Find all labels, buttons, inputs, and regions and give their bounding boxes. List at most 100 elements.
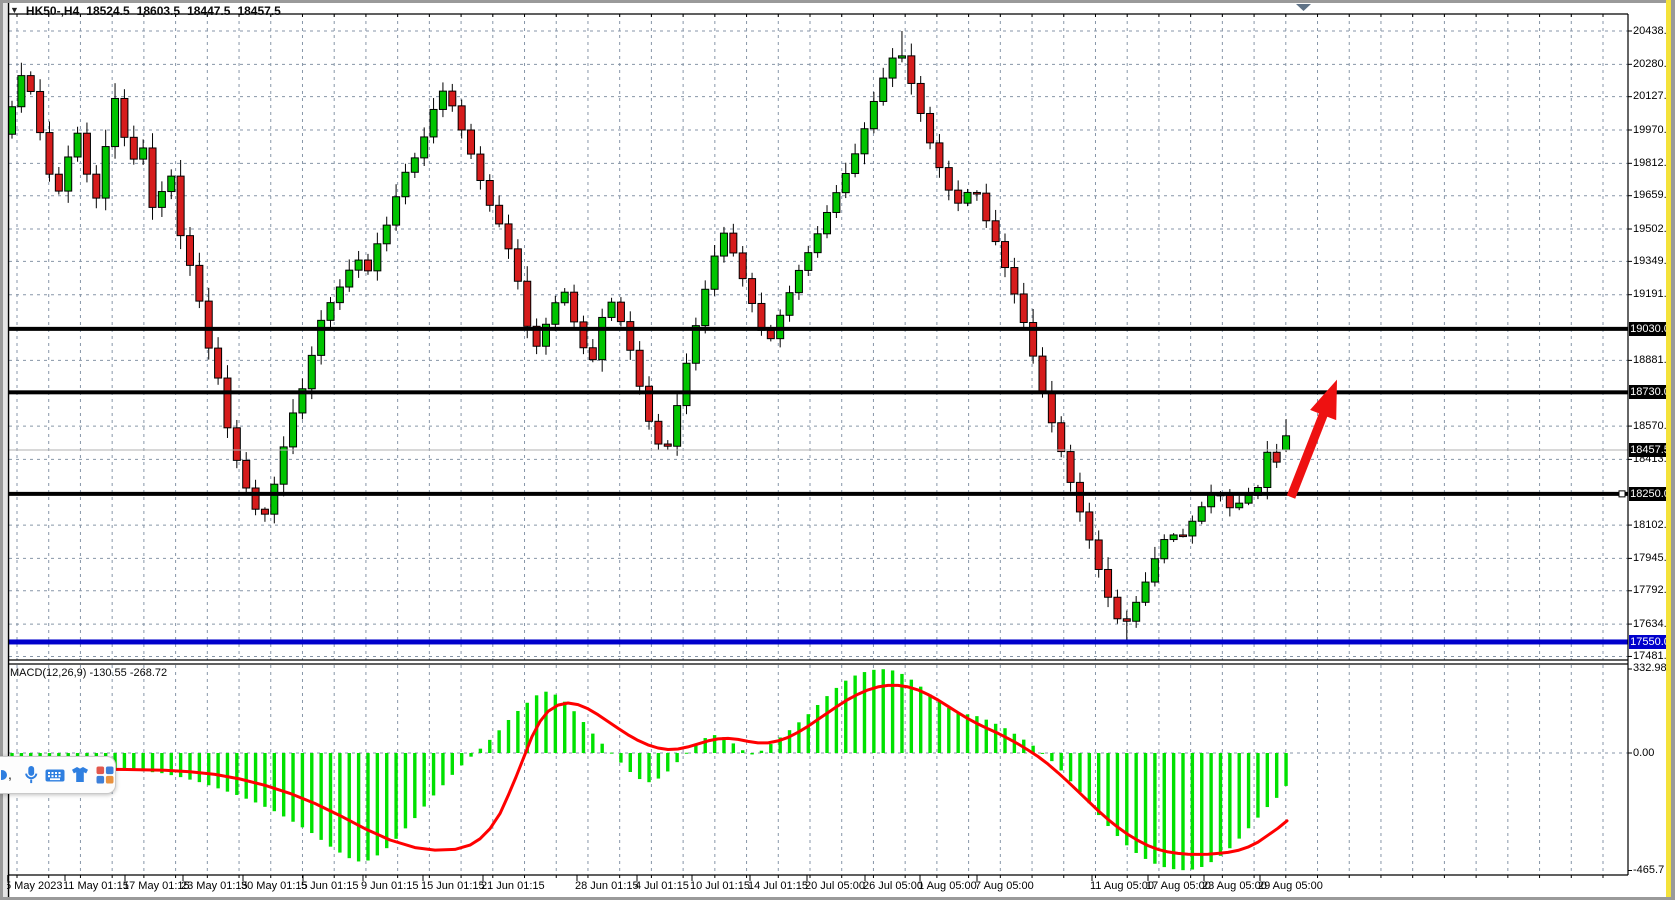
price-line-18730[interactable] (9, 390, 1628, 394)
macd-histogram-bar (198, 753, 201, 782)
macd-histogram-bar (216, 753, 219, 788)
chart-plot-area[interactable] (0, 0, 1675, 900)
date-tick-label[interactable]: 4 Jul 01:15 (635, 880, 689, 892)
candle-body (449, 91, 456, 106)
candle-body (1245, 495, 1252, 503)
date-tick-label[interactable]: 26 Jul 05:00 (863, 880, 923, 892)
macd-histogram-bar (394, 753, 397, 839)
shirt-icon[interactable] (70, 765, 90, 785)
candle-body (280, 447, 287, 484)
macd-histogram-bar (441, 753, 444, 785)
candle-body (1076, 482, 1083, 512)
price-line-18250[interactable] (9, 492, 1628, 496)
date-tick-label[interactable]: 29 Aug 05:00 (1258, 880, 1323, 892)
ohlc-close: 18457.5 (237, 4, 280, 18)
macd-histogram-bar (422, 753, 425, 807)
date-tick-label[interactable]: 7 Aug 05:00 (975, 880, 1034, 892)
macd-histogram-bar (1209, 753, 1212, 862)
chart-svg[interactable] (0, 0, 1675, 900)
candle-body (1133, 602, 1140, 621)
macd-histogram-bar (1078, 753, 1081, 792)
date-tick-label[interactable]: 17 May 01:15 (123, 880, 190, 892)
macd-histogram-bar (291, 753, 294, 822)
price-line-label: 18250.0 (1629, 487, 1671, 501)
macd-histogram-bar (554, 695, 557, 753)
candle-body (627, 322, 634, 351)
macd-histogram-bar (460, 753, 463, 765)
candle-body (458, 106, 465, 130)
trend-arrow[interactable] (1287, 380, 1337, 499)
macd-histogram-bar (816, 705, 819, 753)
candle-body (83, 133, 90, 174)
candle-body (1142, 582, 1149, 602)
macd-histogram-bar (666, 753, 669, 771)
macd-histogram-bar (1238, 753, 1241, 839)
date-tick-label[interactable]: 21 Jun 01:15 (481, 880, 545, 892)
pen-icon[interactable]: , (1, 765, 17, 785)
date-tick-label[interactable]: 11 May 01:15 (63, 880, 129, 892)
window-border-top (0, 0, 1675, 3)
candle-body (411, 158, 418, 172)
date-tick-label[interactable]: 5 Jun 01:15 (301, 880, 359, 892)
keyboard-icon[interactable] (45, 765, 65, 785)
macd-histogram-bar (947, 708, 950, 753)
macd-histogram-bar (657, 753, 660, 779)
date-tick-label[interactable]: 23 May 01:15 (181, 880, 248, 892)
candle-body (824, 212, 831, 233)
macd-histogram-bar (732, 743, 735, 753)
candle-body (945, 168, 952, 191)
date-tick-label[interactable]: 10 Jul 01:15 (690, 880, 750, 892)
macd-histogram-bar (329, 753, 332, 847)
candle-body (1236, 503, 1243, 508)
line-selection-handle[interactable] (1619, 491, 1625, 497)
date-tick-label[interactable]: 11 Aug 05:00 (1090, 880, 1154, 892)
macd-histogram-bar (516, 711, 519, 753)
candle-body (290, 413, 297, 447)
macd-tick-label[interactable]: -465.7 (1633, 864, 1664, 877)
microphone-icon[interactable] (22, 765, 40, 785)
macd-histogram-bar (647, 753, 650, 782)
candle-body (421, 137, 428, 158)
candle-body (898, 56, 905, 58)
candle-body (1086, 512, 1093, 540)
date-tick-label[interactable]: 28 Jun 01:15 (575, 880, 639, 892)
candle-body (861, 129, 868, 154)
macd-histogram-bar (675, 753, 678, 762)
macd-histogram-bar (263, 753, 266, 807)
chart-window: ▼ HK50-,H4 18524.5 18603.5 18447.5 18457… (0, 0, 1675, 900)
candle-body (636, 350, 643, 386)
candle-body (327, 303, 334, 321)
date-tick-label[interactable]: 5 May 2023 (5, 880, 62, 892)
macd-histogram-bar (282, 753, 285, 816)
macd-histogram-bar (348, 753, 351, 858)
candle-body (121, 98, 128, 137)
price-line-19030[interactable] (9, 327, 1628, 331)
date-tick-label[interactable]: 30 May 01:15 (241, 880, 308, 892)
ohlc-low: 18447.5 (187, 4, 230, 18)
macd-histogram-bar (938, 702, 941, 753)
apps-grid-icon[interactable] (95, 765, 115, 785)
date-tick-label[interactable]: 15 Jun 01:15 (421, 880, 485, 892)
macd-histogram-bar (1069, 753, 1072, 781)
date-tick-label[interactable]: 20 Jul 05:00 (805, 880, 865, 892)
date-tick-label[interactable]: 9 Jun 01:15 (361, 880, 419, 892)
macd-tick-label[interactable]: 332.98 (1633, 662, 1667, 675)
price-line-17550[interactable] (9, 639, 1628, 644)
macd-indicator (10, 669, 1287, 870)
candle-body (1048, 392, 1055, 423)
macd-tick-label[interactable]: 0.00 (1633, 747, 1654, 760)
date-tick-label[interactable]: 1 Aug 05:00 (918, 880, 977, 892)
candle-body (252, 488, 259, 509)
horizontal-line-objects[interactable] (9, 327, 1628, 645)
candle-body (1283, 436, 1290, 450)
candle-body (955, 190, 962, 203)
macd-histogram-bar (226, 753, 229, 792)
ime-toolbar[interactable]: , (0, 756, 116, 794)
date-tick-label[interactable]: 14 Jul 01:15 (748, 880, 808, 892)
candle-body (140, 148, 147, 159)
one-click-trading-icon[interactable]: ▼ (10, 5, 19, 15)
candle-body (983, 193, 990, 221)
candle-body (215, 348, 222, 378)
candle-body (130, 137, 137, 159)
macd-histogram-bar (872, 670, 875, 753)
